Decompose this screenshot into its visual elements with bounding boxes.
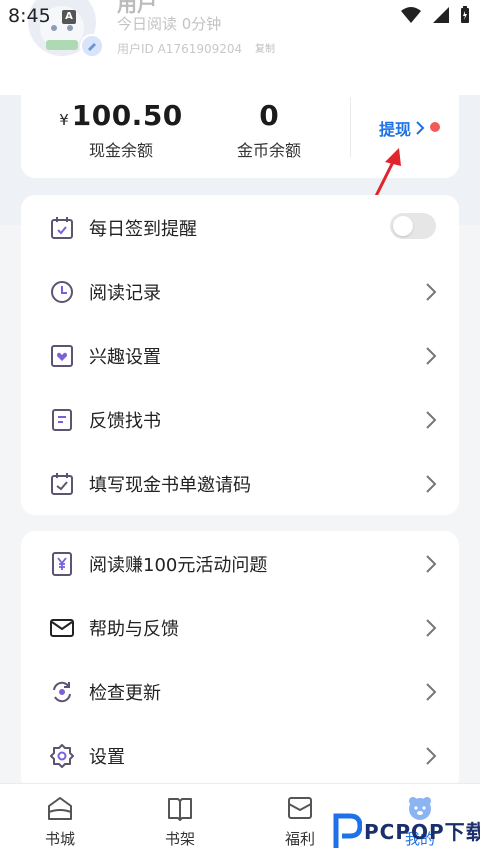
menu-label: 设置 [89,747,125,768]
clock-icon [51,281,73,303]
chevron-right-icon [426,411,437,429]
mail-icon [50,619,74,637]
menu-label: 每日签到提醒 [89,219,197,240]
notification-dot [430,122,440,132]
menu-label: 反馈找书 [89,411,161,432]
menu-item-earn-activity[interactable]: 阅读赚100元活动问题 [21,531,459,595]
toggle-knob [393,216,413,236]
tab-label: 福利 [284,830,315,848]
calendar-icon [51,217,73,239]
coin-balance-label: 金币余额 [236,141,301,160]
menu-item-invite-code[interactable]: 填写现金书单邀请码 [21,451,459,515]
book-icon [52,409,72,431]
menu-item-daily-reminder[interactable]: 每日签到提醒 [21,195,459,259]
gear-icon [50,744,74,768]
chevron-right-icon [426,619,437,637]
refresh-icon [53,681,71,703]
coin-balance-value: 0 [259,99,279,132]
status-bar: 8:45 A [0,0,480,34]
reminder-toggle[interactable] [390,213,436,239]
edit-avatar-icon[interactable] [80,34,104,58]
chevron-right-icon [416,121,425,135]
menu-label: 填写现金书单邀请码 [89,475,251,496]
chevron-right-icon [426,555,437,573]
tab-welfare[interactable]: 福利 [260,794,340,854]
bookshelf-icon [168,798,192,821]
status-time: 8:45 [8,5,51,27]
signal-icon [433,7,449,23]
menu-item-settings[interactable]: 设置 [21,723,459,787]
wifi-icon [401,7,421,23]
menu-group-1: 每日签到提醒 阅读记录 兴趣设置 反馈找书 填写现金书单邀请码 [21,195,459,515]
cash-amount: 100.50 [71,99,183,132]
menu-label: 兴趣设置 [89,347,161,368]
menu-item-feedback-book[interactable]: 反馈找书 [21,387,459,451]
battery-icon [461,6,469,23]
tab-bookstore[interactable]: 书城 [20,794,100,854]
yen-icon [52,552,72,576]
home-icon [48,797,72,820]
withdraw-label: 提现 [379,120,412,139]
divider [350,97,351,157]
currency-symbol: ¥ [59,111,69,129]
menu-label: 阅读赚100元活动问题 [89,555,268,576]
menu-item-check-update[interactable]: 检查更新 [21,659,459,723]
menu-label: 阅读记录 [89,283,161,304]
tab-bookshelf[interactable]: 书架 [140,794,220,854]
withdraw-button[interactable]: 提现 [379,116,425,140]
menu-label: 检查更新 [89,683,161,704]
heart-icon [51,345,73,367]
gift-icon [288,797,312,819]
chevron-right-icon [426,747,437,765]
menu-group-2: 阅读赚100元活动问题 帮助与反馈 检查更新 设置 [21,531,459,791]
menu-item-reading-history[interactable]: 阅读记录 [21,259,459,323]
calendar-check-icon [51,473,73,495]
chevron-right-icon [426,683,437,701]
chevron-right-icon [426,475,437,493]
menu-label: 帮助与反馈 [89,619,179,640]
menu-item-help-feedback[interactable]: 帮助与反馈 [21,595,459,659]
tab-label: 书城 [44,830,75,848]
pcpop-logo-icon [333,813,362,848]
menu-item-interests[interactable]: 兴趣设置 [21,323,459,387]
tab-label: 书架 [164,830,195,848]
user-id-text: 用户ID A1761909204 [117,42,243,56]
copy-id-button[interactable]: 复制 [255,40,275,55]
pcpop-watermark: PCPOP下载 [330,806,480,852]
notification-a-icon: A [62,10,76,24]
chevron-right-icon [426,283,437,301]
chevron-right-icon [426,347,437,365]
watermark-text: PCPOP下载 [364,820,480,844]
